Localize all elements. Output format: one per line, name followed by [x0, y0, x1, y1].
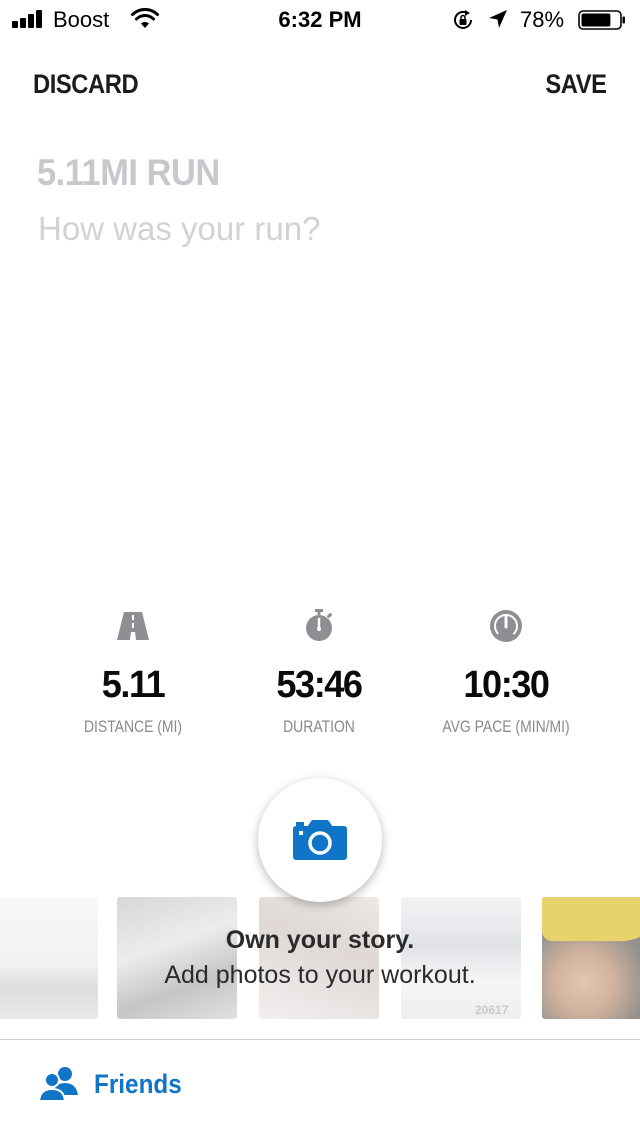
location-arrow-icon [489, 10, 507, 28]
rotation-lock-icon [454, 10, 472, 29]
stat-pace: 10:30 AVG PACE (MIN/MI) [396, 606, 616, 737]
description-input[interactable]: How was your run? [38, 210, 320, 248]
road-icon [117, 612, 149, 640]
photo-thumbnail [0, 897, 98, 1019]
photo-thumbnail: 20617 [401, 897, 521, 1019]
photo-thumbnail [117, 897, 237, 1019]
distance-label: DISTANCE (MI) [83, 717, 183, 736]
stopwatch-icon [306, 609, 333, 641]
add-photo-button[interactable] [258, 778, 382, 902]
photo-thumbnail [259, 897, 379, 1019]
pace-label: AVG PACE (MIN/MI) [442, 717, 570, 736]
audience-label: Friends [94, 1068, 182, 1099]
photo-prompt-title: Own your story. [225, 926, 415, 954]
camera-icon [293, 820, 347, 860]
friends-icon [38, 1067, 78, 1102]
workout-title[interactable]: 5.11MI RUN [37, 152, 220, 194]
speedometer-icon [490, 610, 522, 642]
audience-selector[interactable]: Friends [38, 1066, 192, 1102]
save-button[interactable]: SAVE [546, 69, 608, 100]
photo-prompt-subtitle: Add photos to your workout. [164, 961, 476, 989]
pace-value: 10:30 [463, 664, 550, 706]
duration-value: 53:46 [276, 664, 363, 706]
status-bar: Boost 6:32 PM 78% [0, 0, 640, 40]
photo-thumbnail [542, 897, 640, 1019]
discard-button[interactable]: DISCARD [33, 69, 139, 100]
battery-percent: 78% [520, 7, 565, 32]
photo-thumbnail-text: 20617 [475, 1003, 509, 1017]
divider [0, 1039, 640, 1040]
duration-label: DURATION [283, 717, 355, 736]
distance-value: 5.11 [101, 664, 166, 706]
battery-icon [578, 10, 625, 30]
